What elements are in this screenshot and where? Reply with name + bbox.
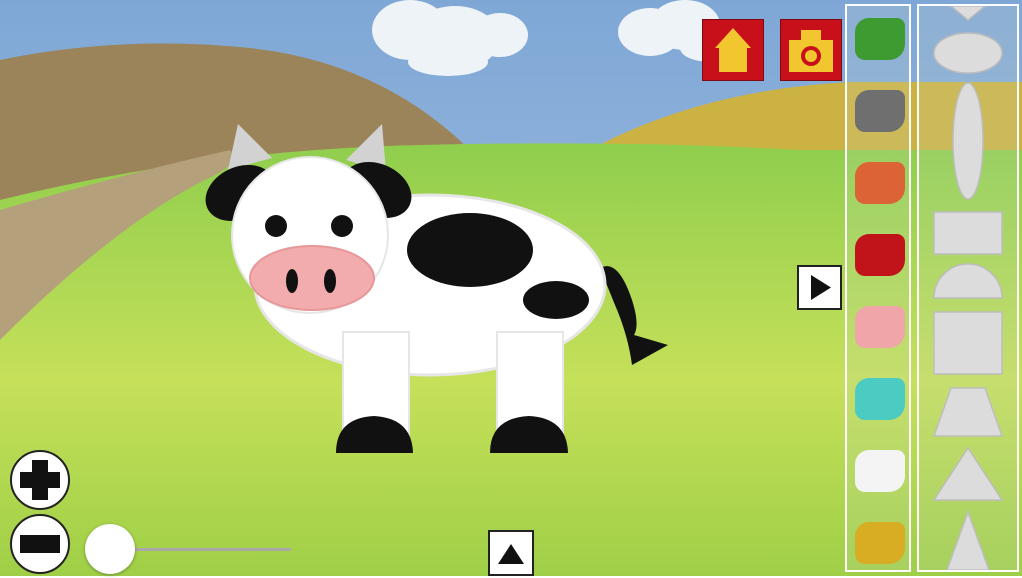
color-swatch-orange[interactable]: [855, 162, 905, 204]
zoom-in-button[interactable]: [10, 450, 70, 510]
shape-ellipse[interactable]: [933, 32, 1003, 74]
size-slider[interactable]: [85, 524, 295, 574]
shape-rectangle[interactable]: [933, 211, 1003, 255]
color-palette: [845, 4, 911, 572]
minus-icon: [20, 535, 60, 553]
plus-icon: [20, 460, 60, 500]
shape-semicircle[interactable]: [933, 263, 1003, 299]
home-icon: [715, 28, 751, 72]
shape-tall-ellipse[interactable]: [952, 82, 984, 200]
cow-spot: [407, 213, 533, 287]
arrow-right-icon: [811, 275, 831, 300]
home-button[interactable]: [702, 19, 764, 81]
color-swatch-teal[interactable]: [855, 378, 905, 420]
slider-thumb[interactable]: [85, 524, 135, 574]
shape-palette: [917, 4, 1019, 572]
camera-button[interactable]: [780, 19, 842, 81]
color-swatch-white[interactable]: [855, 450, 905, 492]
cow-eye: [265, 215, 287, 237]
shape-tall-triangle[interactable]: [945, 509, 991, 571]
cow-eye: [331, 215, 353, 237]
color-swatch-gray[interactable]: [855, 90, 905, 132]
color-swatch-pink[interactable]: [855, 306, 905, 348]
color-swatch-red[interactable]: [855, 234, 905, 276]
arrow-up-icon: [498, 544, 524, 564]
shape-trapezoid[interactable]: [932, 387, 1004, 437]
expand-up-button[interactable]: [488, 530, 534, 576]
cow-snout: [249, 245, 375, 311]
shape-list: [932, 5, 1004, 571]
play-arrow-button[interactable]: [797, 265, 842, 310]
shape-square[interactable]: [933, 311, 1003, 375]
cow-nostril: [286, 269, 298, 293]
shape-triangle[interactable]: [932, 446, 1004, 501]
cow-nostril: [324, 269, 336, 293]
cow-spot: [523, 281, 589, 319]
color-swatch-yellow[interactable]: [855, 522, 905, 564]
color-swatch-green[interactable]: [855, 18, 905, 60]
shape-partial-triangle[interactable]: [948, 5, 988, 21]
zoom-out-button[interactable]: [10, 514, 70, 574]
camera-icon: [789, 30, 833, 72]
